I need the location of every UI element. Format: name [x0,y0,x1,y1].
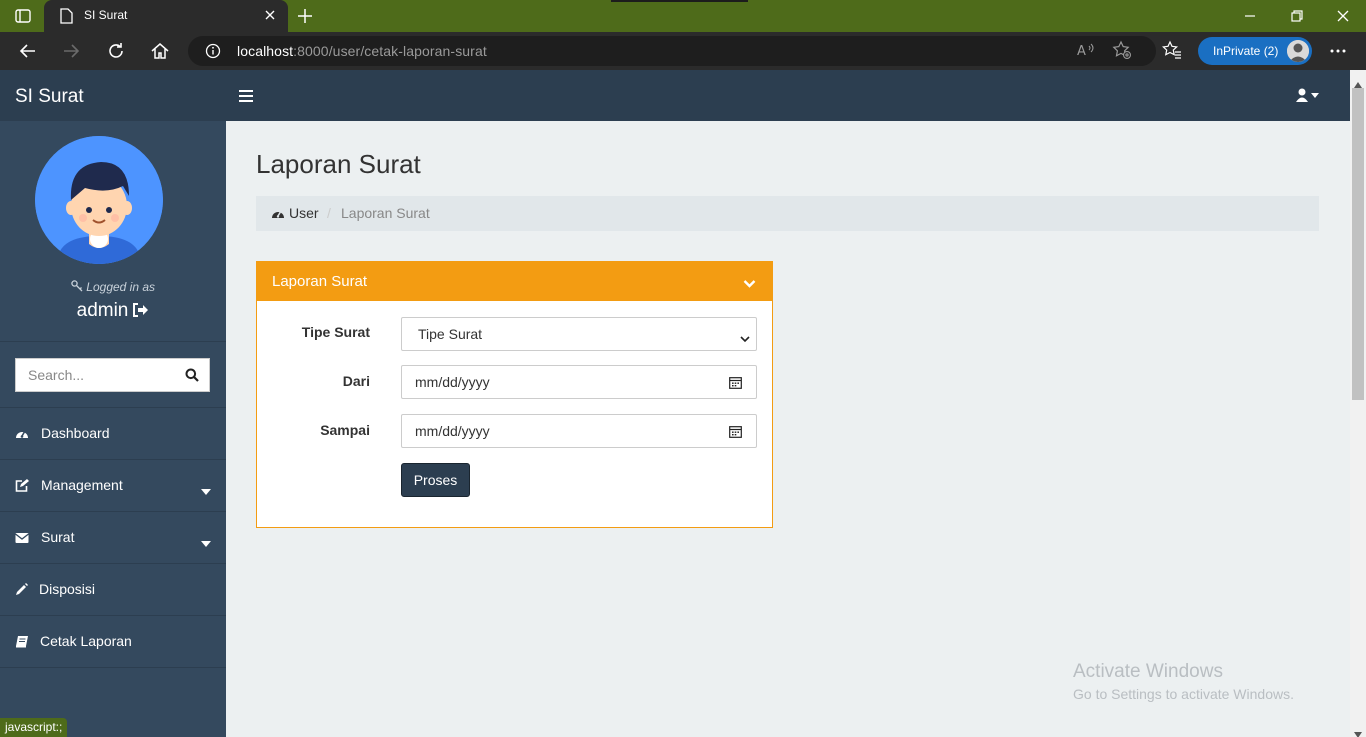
breadcrumb-separator: / [327,205,331,221]
tipe-surat-label: Tipe Surat [301,324,370,340]
page-scrollbar[interactable] [1350,70,1366,737]
minimize-icon[interactable] [1240,6,1260,26]
browser-status-bar: javascript:; [0,718,68,737]
forward-icon[interactable] [60,40,82,62]
home-icon[interactable] [149,40,171,62]
caret-down-icon [201,534,211,547]
logout-icon[interactable] [131,302,149,318]
activate-windows-watermark: Activate Windows Go to Settings to activ… [1073,661,1294,702]
read-aloud-icon[interactable]: A [1076,40,1096,60]
more-options-icon[interactable] [1328,42,1348,60]
breadcrumb-item-current: Laporan Surat [341,205,430,221]
key-icon [71,280,83,292]
info-icon[interactable] [205,43,221,59]
tipe-surat-select[interactable]: Tipe Surat [401,317,757,351]
browser-tab[interactable]: SI Surat [44,0,288,32]
panel-title: Laporan Surat [272,273,368,290]
username: admin [0,300,226,322]
tipe-surat-value: Tipe Surat [418,326,483,342]
sampai-label: Sampai [320,422,370,438]
sidebar-item-label: Cetak Laporan [40,633,132,649]
inprivate-label: InPrivate (2) [1213,44,1279,58]
app-root: SI Surat Logged in as admin Search... Da… [0,70,1350,737]
envelope-icon [15,531,29,544]
refresh-icon[interactable] [105,40,127,62]
sidebar-item-management[interactable]: Management [0,460,226,511]
calendar-icon[interactable] [729,376,742,389]
logged-in-label: Logged in as [0,280,226,294]
main-content: Laporan Surat User / Laporan Surat Lapor… [226,121,1350,737]
dari-value: mm/dd/yyyy [415,374,490,390]
proses-button[interactable]: Proses [401,463,470,497]
sidebar-item-surat[interactable]: Surat [0,512,226,563]
sidebar: SI Surat Logged in as admin Search... Da… [0,70,226,737]
sidebar-item-label: Dashboard [41,425,110,441]
sidebar-item-label: Disposisi [39,581,96,597]
tab-strip-accent [611,0,748,2]
add-favorite-icon[interactable] [1112,40,1132,60]
dari-label: Dari [342,373,370,389]
breadcrumb-label: User [289,205,319,221]
edit-icon [15,479,29,492]
sidebar-item-dashboard[interactable]: Dashboard [0,408,226,459]
scrollbar-thumb[interactable] [1352,88,1364,400]
laporan-panel: Laporan Surat Tipe Surat Tipe Surat Dari… [256,261,773,528]
divider [0,341,226,342]
top-navbar [226,70,1350,121]
menu-toggle-icon[interactable] [239,89,253,102]
dari-date-input[interactable]: mm/dd/yyyy [401,365,757,399]
svg-text:A: A [1077,44,1086,59]
sidebar-item-label: Management [41,477,123,493]
tab-title: SI Surat [84,8,128,22]
book-icon [15,635,29,648]
browser-tab-bar: SI Surat [0,0,1366,32]
close-window-icon[interactable] [1333,6,1353,26]
sidebar-item-disposisi[interactable]: Disposisi [0,564,226,615]
dashboard-icon [271,206,285,218]
address-toolbar: localhost:8000/user/cetak-laporan-surat … [0,32,1366,70]
dashboard-icon [15,427,29,440]
panel-header[interactable]: Laporan Surat [257,262,772,301]
watermark-title: Activate Windows [1073,661,1223,682]
sampai-date-input[interactable]: mm/dd/yyyy [401,414,757,448]
scroll-up-icon[interactable] [1354,75,1362,88]
breadcrumb: User / Laporan Surat [256,196,1319,231]
watermark-subtitle: Go to Settings to activate Windows. [1073,686,1294,702]
restore-icon[interactable] [1287,6,1307,26]
url-path: :8000/user/cetak-laporan-surat [293,43,487,59]
brand[interactable]: SI Surat [0,70,226,121]
pencil-icon [15,583,29,596]
username-text: admin [76,300,129,321]
profile-avatar [1287,40,1309,62]
inprivate-button[interactable]: InPrivate (2) [1198,37,1312,65]
sampai-value: mm/dd/yyyy [415,423,490,439]
url-text: localhost:8000/user/cetak-laporan-surat [237,43,487,59]
favorites-icon[interactable] [1161,40,1182,60]
calendar-icon[interactable] [729,425,742,438]
url-bar[interactable]: localhost:8000/user/cetak-laporan-surat [188,36,1156,66]
user-avatar [35,136,163,264]
sidebar-search [15,358,210,392]
scroll-down-icon[interactable] [1354,725,1362,737]
search-icon[interactable] [185,368,199,382]
breadcrumb-item-user[interactable]: User [271,205,319,221]
sidebar-item-label: Surat [41,529,75,545]
select-arrow-icon [740,330,750,343]
back-icon[interactable] [17,40,39,62]
divider [0,667,226,668]
tab-actions-icon[interactable] [12,6,34,26]
brand-title: SI Surat [15,86,84,107]
page-title: Laporan Surat [256,149,421,179]
close-tab-icon[interactable] [262,7,278,23]
url-host: localhost [237,43,294,59]
logged-in-text: Logged in as [86,280,156,294]
search-input[interactable] [16,359,176,391]
page-icon [59,8,73,24]
caret-down-icon [201,482,211,495]
new-tab-icon[interactable] [294,5,316,27]
chevron-down-icon[interactable] [743,276,756,288]
user-menu-icon[interactable] [1296,88,1322,102]
sidebar-item-cetak-laporan[interactable]: Cetak Laporan [0,616,226,667]
